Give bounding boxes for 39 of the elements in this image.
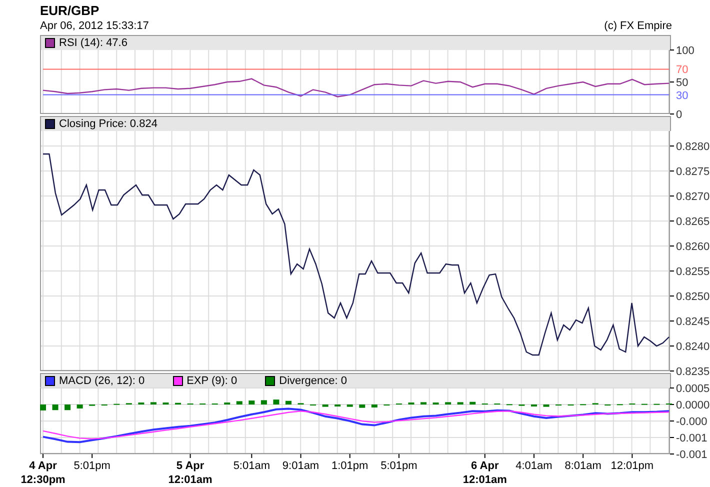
axis-label: 0.8265 (676, 216, 710, 228)
time-label: 5 Apr 12:01am (168, 460, 212, 486)
time-label: 12:01pm (610, 460, 654, 472)
legend-label: Closing Price: 0.824 (59, 118, 158, 130)
axis-label: 0 (676, 109, 682, 121)
legend-label: RSI (14): 47.6 (59, 36, 128, 50)
legend-label: Divergence: 0 (279, 374, 348, 388)
axis-label: 0.8255 (676, 266, 710, 278)
time-label: 6 Apr 12:01am (462, 460, 507, 486)
timestamp: Apr 06, 2012 15:33:17 (40, 20, 149, 33)
chart-title: EUR/GBP (40, 4, 100, 18)
time-label: 5:01am (233, 460, 270, 472)
axis-label: 30 (676, 90, 688, 102)
axis-label: 0.8275 (676, 166, 710, 178)
time-label: 1:01pm (332, 460, 368, 472)
axis-label: 0.8235 (676, 366, 710, 378)
time-label: 8:01am (564, 460, 602, 472)
axis-label: -0.000 (676, 416, 708, 428)
axis-label: -0.001 (676, 432, 708, 444)
axis-label: 0.8250 (676, 291, 710, 303)
copyright-text: (c) FX Empire (604, 20, 672, 33)
time-label: 4 Apr 12:30pm (20, 460, 66, 486)
axis-label: 0.8260 (676, 241, 710, 253)
time-label: 5:01pm (74, 460, 110, 472)
axis-label: -0.001 (676, 449, 708, 461)
time-label: 5:01pm (380, 460, 418, 472)
axis-label: 0.0005 (676, 383, 710, 395)
axis-label: 50 (676, 77, 688, 89)
axis-label: 100 (676, 45, 694, 57)
axis-label: 70 (676, 64, 688, 76)
time-label: 4:01am (516, 460, 552, 472)
legend-label: MACD (26, 12): 0 (59, 374, 145, 388)
time-label: 9:01am (282, 460, 320, 472)
legend-label: EXP (9): 0 (186, 374, 238, 388)
axis-label: 0.8280 (676, 141, 710, 153)
axis-label: 0.8245 (676, 316, 710, 328)
axis-label: 0.8240 (676, 341, 710, 353)
axis-label: 0.8270 (676, 191, 710, 203)
axis-label: 0.0000 (676, 400, 710, 412)
